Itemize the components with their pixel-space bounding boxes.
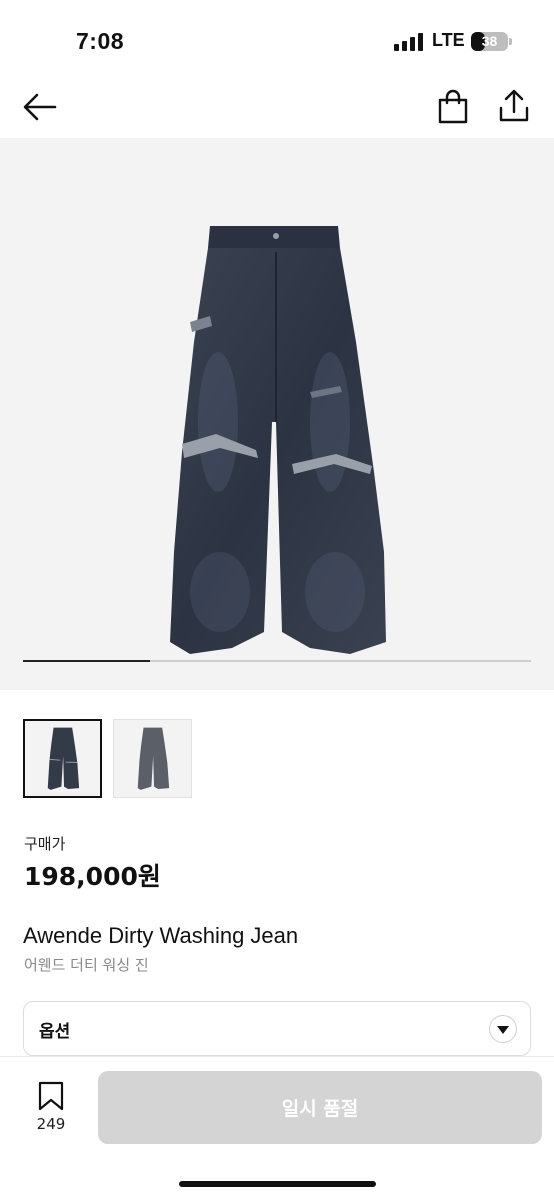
home-indicator (179, 1181, 376, 1187)
signal-icon (394, 33, 424, 51)
bookmark-count: 249 (36, 1115, 66, 1133)
shopping-bag-icon (438, 89, 468, 124)
options-label: 옵션 (39, 1022, 71, 1042)
price-label: 구매가 (24, 835, 66, 853)
share-button[interactable] (497, 88, 531, 124)
product-image-gallery[interactable] (0, 138, 554, 690)
arrow-left-icon (23, 93, 57, 121)
caret-down-icon[interactable] (489, 1015, 517, 1043)
bookmark-button[interactable]: 249 (24, 1081, 78, 1137)
status-bar: 7:08 LTE 38 (0, 0, 554, 80)
status-time: 7:08 (76, 28, 125, 54)
bookmark-icon (38, 1081, 64, 1111)
thumbnail-1[interactable] (23, 719, 102, 798)
shopping-bag-button[interactable] (436, 89, 470, 125)
thumbnail-image (137, 727, 169, 790)
share-icon (499, 89, 529, 122)
options-dropdown[interactable]: 옵션 (23, 1001, 531, 1056)
gallery-progress-fill (23, 660, 150, 662)
sold-out-button[interactable]: 일시 품절 (98, 1071, 542, 1144)
network-label: LTE (432, 30, 465, 50)
back-button[interactable] (22, 90, 58, 124)
battery-level: 38 (481, 33, 498, 49)
bottom-action-bar: 249 일시 품절 (0, 1056, 554, 1200)
product-image (170, 226, 386, 654)
battery-icon: 38 (471, 32, 508, 51)
battery-cap (509, 38, 512, 45)
product-name: Awende Dirty Washing Jean (23, 923, 299, 948)
gallery-progress (23, 660, 531, 662)
price-value: 198,000원 (24, 862, 161, 891)
product-name-korean: 어웬드 더티 워싱 진 (24, 956, 149, 974)
thumbnail-image (47, 727, 79, 790)
thumbnail-2[interactable] (113, 719, 192, 798)
